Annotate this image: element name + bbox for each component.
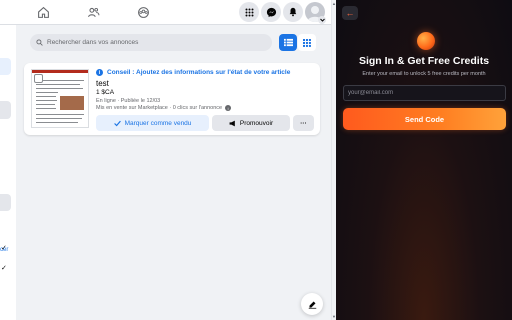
more-options-button[interactable]: ···: [293, 115, 314, 131]
select-listing-checkbox[interactable]: [34, 74, 43, 83]
listing-price: 1 $CA: [96, 89, 115, 96]
sidebar-check-icon: ✓: [1, 245, 7, 252]
search-placeholder: Rechercher dans vos annonces: [47, 39, 139, 46]
extension-side-panel: ← Sign In & Get Free Credits Enter your …: [336, 0, 512, 320]
home-icon[interactable]: [34, 3, 52, 21]
listing-title[interactable]: test: [96, 79, 109, 88]
left-sidebar: cer ✓ ✓: [0, 25, 16, 320]
promote-label: Promouvoir: [239, 119, 274, 127]
menu-grid-icon[interactable]: [239, 2, 259, 22]
info-icon: i: [96, 69, 103, 76]
sidebar-check-icon: ✓: [1, 265, 7, 272]
listing-tip-text[interactable]: Conseil : Ajoutez des informations sur l…: [107, 69, 290, 76]
facebook-marketplace-page: cer ✓ ✓ Rechercher dans vos annonces i C…: [0, 0, 336, 320]
notifications-bell-icon[interactable]: [283, 2, 303, 22]
sidebar-active-item[interactable]: [0, 58, 11, 75]
top-navigation-bar: [0, 0, 336, 25]
listing-tip[interactable]: i Conseil : Ajoutez des informations sur…: [96, 69, 290, 76]
sidebar-item[interactable]: [0, 101, 11, 119]
send-code-label: Send Code: [404, 114, 445, 124]
search-icon: [36, 39, 43, 46]
listing-meta-text: Mis en vente sur Marketplace · 0 clics s…: [96, 105, 223, 111]
listings-search-bar[interactable]: Rechercher dans vos annonces: [30, 34, 272, 51]
back-arrow-icon: ←: [345, 8, 355, 18]
info-icon[interactable]: i: [225, 105, 232, 111]
listing-status: En ligne · Publiée le 12/03: [96, 98, 161, 104]
check-icon: [113, 120, 121, 126]
mark-as-sold-button[interactable]: Marquer comme vendu: [96, 115, 209, 131]
listing-thumbnail[interactable]: [31, 69, 89, 128]
mark-as-sold-label: Marquer comme vendu: [124, 119, 192, 127]
messenger-icon[interactable]: [261, 2, 281, 22]
listing-meta: Mis en vente sur Marketplace · 0 clics s…: [96, 105, 232, 111]
groups-icon[interactable]: [134, 3, 152, 21]
compose-icon: [308, 301, 316, 309]
account-chevron-down-icon[interactable]: [318, 16, 326, 24]
brand-logo-orb: [417, 32, 435, 50]
more-options-icon: ···: [300, 119, 307, 127]
back-button[interactable]: ←: [342, 6, 358, 20]
grid-view-button[interactable]: [298, 34, 316, 51]
signin-subtitle: Enter your email to unlock 5 free credit…: [362, 71, 486, 77]
signin-title: Sign In & Get Free Credits: [358, 55, 490, 67]
promote-button[interactable]: Promouvoir: [212, 115, 290, 131]
sidebar-item[interactable]: [0, 194, 11, 211]
list-view-icon: [283, 38, 293, 47]
megaphone-icon: [229, 120, 235, 126]
email-input[interactable]: [343, 85, 506, 101]
friends-icon[interactable]: [84, 3, 102, 21]
new-listing-button[interactable]: [301, 293, 323, 315]
grid-view-icon: [303, 38, 311, 47]
list-view-button[interactable]: [279, 34, 297, 51]
send-code-button[interactable]: Send Code: [343, 108, 506, 130]
